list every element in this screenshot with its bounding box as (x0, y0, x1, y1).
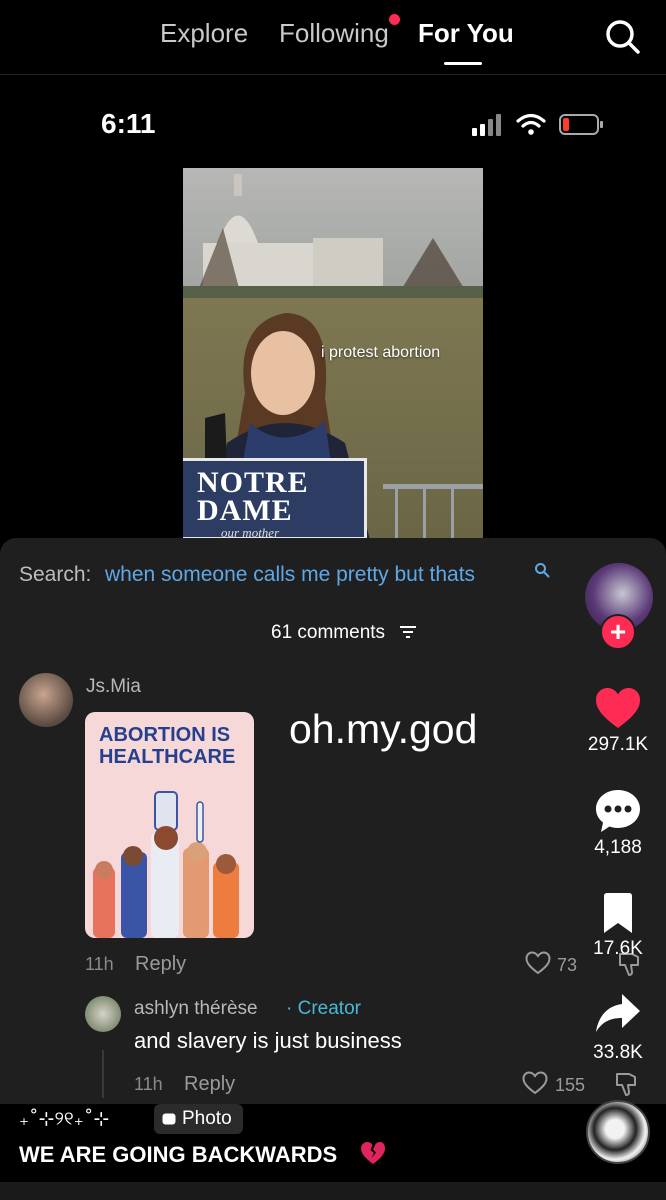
post-caption: WE ARE GOING BACKWARDS (19, 1142, 338, 1167)
bottom-strip (0, 1182, 666, 1200)
heart-outline-icon[interactable] (522, 1071, 548, 1095)
sticker-text: ABORTION IS HEALTHCARE (99, 724, 236, 768)
post-photo: i protest abortion NOTRE DAME our mother (183, 168, 483, 540)
share-count: 33.8K (593, 1042, 643, 1063)
music-disc[interactable] (586, 1100, 650, 1164)
comment-total: 4,188 (594, 837, 642, 858)
heart-icon[interactable] (594, 686, 642, 730)
heart-outline-icon[interactable] (525, 951, 551, 975)
creator-badge: · Creator (286, 998, 361, 1019)
search-icon[interactable] (534, 562, 550, 578)
raised-hands-illustration (93, 791, 239, 938)
barricade (383, 484, 483, 540)
search-suggestion-prefix: Search: (19, 563, 92, 586)
comment-like-count: 73 (557, 955, 578, 975)
reply-thread-line (102, 1050, 104, 1098)
search-icon[interactable] (602, 16, 642, 56)
broken-heart-icon (361, 1142, 385, 1164)
active-tab-indicator (444, 62, 482, 65)
save-count: 17.6K (593, 938, 643, 959)
comment-timestamp: 11h (134, 1074, 163, 1094)
caption-decoration: ₊˚⊹୨୧₊˚⊹ (19, 1108, 110, 1130)
comment-bubble-icon[interactable] (594, 788, 642, 834)
comment-timestamp: 11h (85, 954, 114, 974)
sign-title: NOTRE DAME (197, 466, 309, 527)
tab-for-you[interactable]: For You (418, 18, 514, 49)
protest-sign: NOTRE DAME our mother (183, 458, 367, 540)
comment-username[interactable]: ashlyn thérèse (134, 998, 258, 1020)
status-time: 6:11 (101, 108, 156, 139)
status-icons (472, 113, 603, 136)
avatar[interactable] (19, 673, 73, 727)
comment-text: and slavery is just business (134, 1028, 402, 1053)
dislike-icon[interactable] (613, 1071, 639, 1097)
signal-icon (472, 128, 477, 136)
capitol-building (183, 174, 483, 308)
photo-badge-label: Photo (182, 1108, 232, 1129)
wifi-icon (516, 113, 546, 128)
share-arrow-icon[interactable] (594, 992, 642, 1034)
notification-dot (389, 14, 400, 25)
bookmark-icon[interactable] (600, 892, 636, 934)
follow-button[interactable]: + (600, 614, 636, 650)
search-suggestion-link[interactable]: when someone calls me pretty but thats (105, 563, 475, 587)
comment-username[interactable]: Js.Mia (86, 676, 141, 698)
reply-button[interactable]: Reply (135, 953, 186, 976)
reply-button[interactable]: Reply (184, 1073, 235, 1096)
comment-like-count: 155 (555, 1075, 586, 1095)
tab-explore[interactable]: Explore (160, 18, 248, 49)
filter-icon[interactable] (399, 624, 417, 640)
comment-sticker[interactable]: ABORTION IS HEALTHCARE (85, 712, 254, 938)
avatar[interactable] (85, 996, 121, 1032)
like-count: 297.1K (587, 734, 649, 755)
video-overlay-text: i protest abortion (321, 344, 441, 361)
photo-icon (162, 1113, 176, 1125)
comment-count: 61 comments (271, 622, 386, 643)
tab-following[interactable]: Following (279, 18, 389, 49)
comment-text: oh.my.god (289, 706, 478, 752)
top-navigation: Explore Following For You (0, 0, 666, 78)
